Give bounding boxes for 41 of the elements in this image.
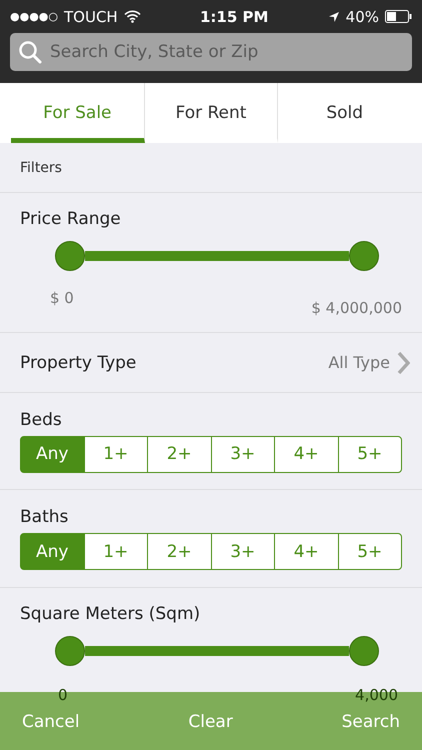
segment-option[interactable]: 2+: [147, 436, 212, 472]
segment-option[interactable]: 5+: [338, 533, 402, 570]
footer-button[interactable]: Search: [342, 712, 400, 732]
segment-option[interactable]: 4+: [274, 436, 338, 472]
slider-handle[interactable]: [55, 636, 85, 666]
chevron-right-icon: [396, 350, 410, 374]
section-header: Filters: [20, 160, 63, 176]
max-value: 4,000: [355, 686, 398, 704]
slider-handle[interactable]: [349, 636, 379, 666]
segment-option[interactable]: 5+: [338, 436, 402, 472]
search-icon: [18, 40, 42, 64]
slider-handle[interactable]: [55, 241, 85, 271]
min-value: 0: [58, 686, 68, 704]
signal-strength: ●●●●○: [10, 10, 58, 23]
footer-button[interactable]: Cancel: [22, 712, 80, 732]
segment-option[interactable]: 1+: [84, 436, 148, 472]
segment-option[interactable]: Any: [20, 436, 84, 472]
filter-label: Beds: [20, 410, 63, 430]
battery-percentage: 40%: [346, 8, 379, 26]
segment-option[interactable]: 1+: [84, 533, 148, 570]
battery-icon: [385, 10, 412, 23]
carrier-name: TOUCH: [64, 8, 118, 26]
filter-label: Price Range: [20, 209, 122, 229]
status-time: 1:15 PM: [200, 8, 268, 26]
search-field[interactable]: Search City, State or Zip: [10, 33, 412, 71]
segment-option[interactable]: 4+: [274, 533, 338, 570]
filter-label: Square Meters (Sqm): [20, 604, 202, 624]
footer-button[interactable]: Clear: [188, 712, 233, 732]
filter-label: Baths: [20, 507, 70, 527]
tab[interactable]: For Sale: [11, 83, 145, 143]
segment-option[interactable]: 3+: [210, 533, 275, 570]
location-arrow-icon: [328, 10, 340, 22]
min-value: $ 0: [50, 289, 74, 309]
segment-option[interactable]: Any: [20, 533, 84, 570]
wifi-icon: [124, 10, 141, 23]
filter-label: Property Type: [20, 352, 136, 372]
max-value: $ 4,000,000: [311, 299, 402, 317]
segment-option[interactable]: 2+: [147, 533, 212, 570]
slider-handle[interactable]: [349, 241, 379, 271]
segment-option[interactable]: 3+: [210, 436, 275, 472]
property-type-value[interactable]: All Type: [328, 353, 390, 372]
